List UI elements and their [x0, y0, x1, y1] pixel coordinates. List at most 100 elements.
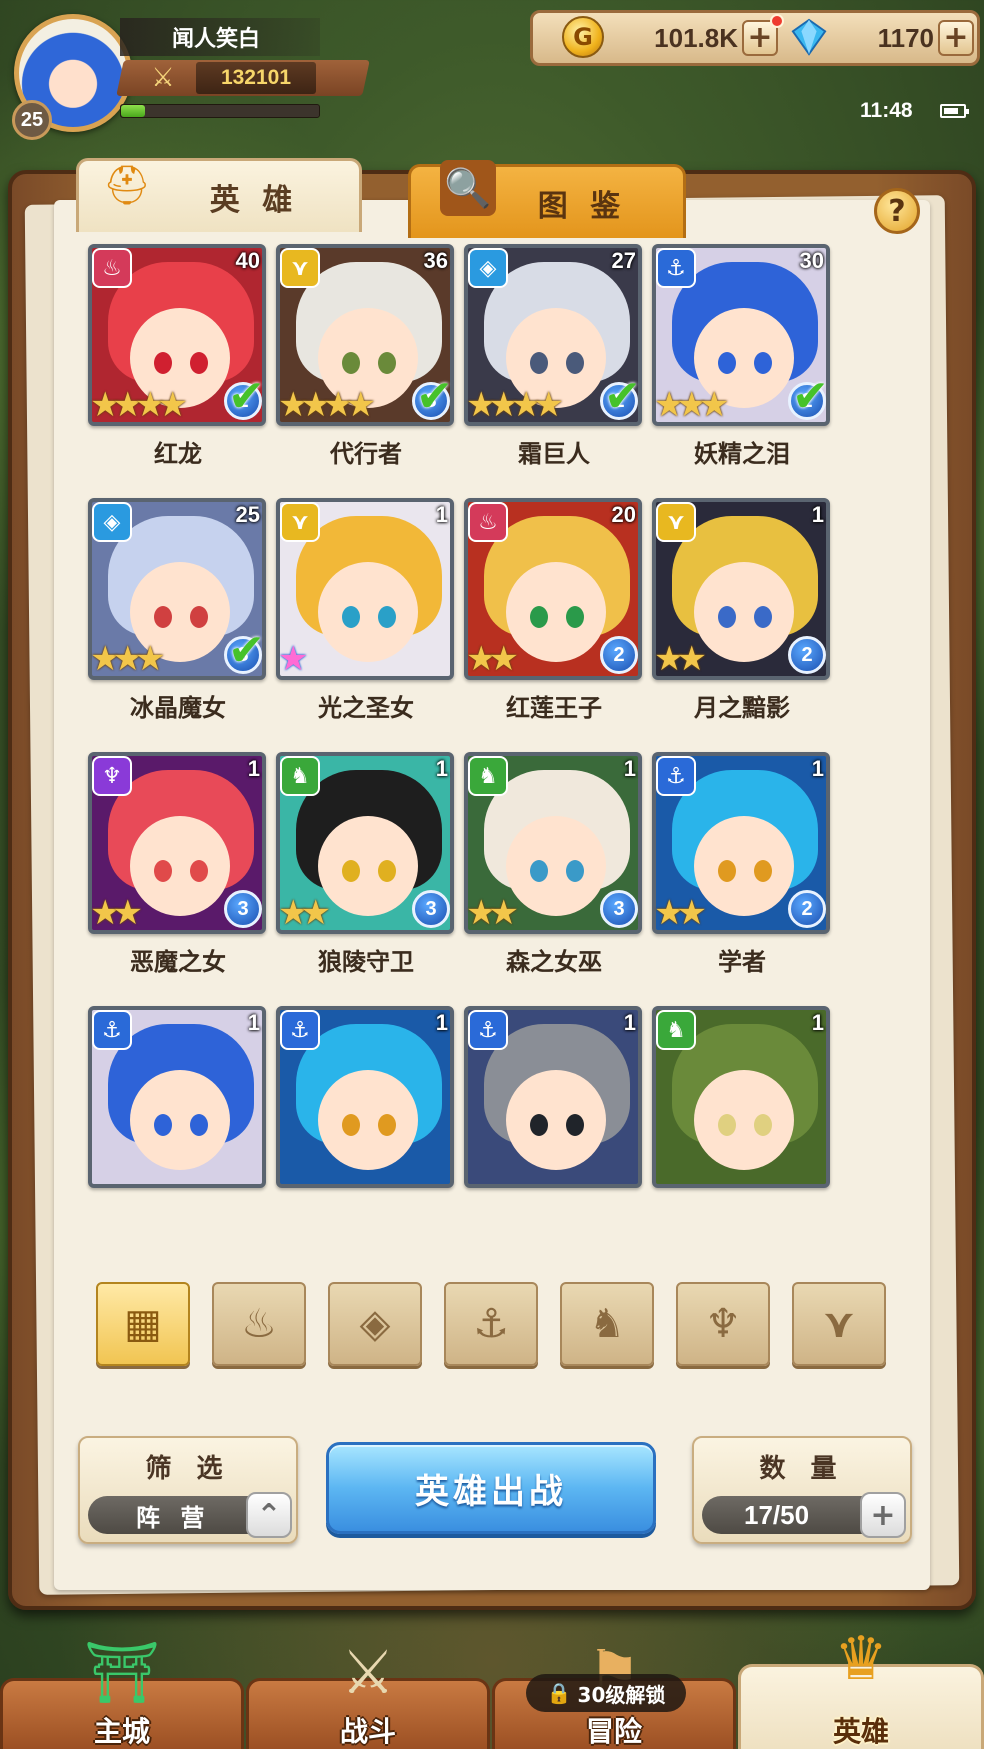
hero-name: 狼陵守卫	[318, 948, 414, 976]
magnifier-icon: 🔍	[440, 160, 496, 216]
hero-rank-badge: 2	[788, 890, 826, 928]
status-clock: 11:48	[860, 99, 913, 122]
star-icon: ★	[278, 639, 309, 679]
star-icon: ★	[676, 893, 707, 933]
hero-card[interactable]: ⚓ 1 ★ ★ 2 学者	[652, 752, 832, 976]
add-gems-button[interactable]: +	[938, 20, 974, 56]
filter-title: 筛 选	[145, 1454, 231, 1484]
filter-dark-faction-button[interactable]: ♆	[676, 1282, 770, 1366]
hero-grid: ♨ 40 ★ ★ ★ ★ 2 ✔ 红龙 ⋎ 36 ★ ★ ★ ★ 3 ✔ 代行者 ◈ 27 ★ ★ ★ ★ 2 ✔ 霜巨人 ⚓ 30 ★ ★…	[54, 232, 930, 1242]
hero-card[interactable]: ♞ 1 ★ ★ 3 森之女巫	[464, 752, 644, 976]
star-icon: ★	[300, 893, 331, 933]
water-faction-icon: ⚓	[656, 756, 696, 796]
nav-heroes[interactable]: ♛ 英雄	[738, 1624, 984, 1749]
hero-level: 20	[611, 502, 636, 527]
nav-battle[interactable]: ⚔ 战斗	[246, 1638, 490, 1749]
hero-card[interactable]: ◈ 25 ★ ★ ★ 3 ✔ 冰晶魔女	[88, 498, 268, 722]
hero-rank-badge: 3	[600, 890, 638, 928]
hero-name: 学者	[718, 948, 766, 976]
filter-light-faction-button[interactable]: ⋎	[792, 1282, 886, 1366]
hero-level: 1	[435, 1010, 448, 1035]
filter-fire-faction-button[interactable]: ♨	[212, 1282, 306, 1366]
star-rating: ★	[278, 642, 308, 676]
hero-level: 1	[247, 1010, 260, 1035]
filter-ice-faction-button[interactable]: ◈	[328, 1282, 422, 1366]
ice-faction-icon: ◈	[468, 248, 508, 288]
star-icon: ★	[134, 639, 166, 679]
hero-rank-badge: 2	[788, 636, 826, 674]
chevron-up-icon[interactable]: ⌃	[246, 1492, 292, 1538]
star-rating: ★ ★	[466, 642, 519, 676]
star-rating: ★ ★ ★	[654, 388, 729, 422]
star-rating: ★ ★	[90, 896, 143, 930]
hero-level: 1	[811, 1010, 824, 1035]
filter-anchor-faction-button[interactable]: ⚓	[444, 1282, 538, 1366]
hero-card[interactable]: ⋎ 1 ★ ★ 2 月之黯影	[652, 498, 832, 722]
nav-battle-label: 战斗	[339, 1715, 396, 1748]
hero-card[interactable]: ⋎ 36 ★ ★ ★ ★ 3 ✔ 代行者	[276, 244, 456, 468]
grid-icon: ▦	[124, 1301, 162, 1347]
hero-level: 1	[435, 756, 448, 781]
fire-faction-icon: ♨	[241, 1301, 277, 1347]
hero-count-panel: 数 量 17/50 +	[692, 1436, 912, 1544]
hero-name: 月之黯影	[694, 694, 790, 722]
water-faction-icon: ⚓	[92, 1010, 132, 1050]
star-icon: ★	[533, 385, 564, 425]
beast-faction-icon: ♞	[589, 1301, 625, 1347]
hero-card[interactable]: ♆ 1 ★ ★ 3 恶魔之女	[88, 752, 268, 976]
hero-card[interactable]: ♞ 1	[652, 1006, 832, 1216]
hero-level: 1	[623, 756, 636, 781]
hero-level: 36	[423, 248, 448, 273]
light-faction-icon: ⋎	[656, 502, 696, 542]
star-icon: ★	[488, 639, 519, 679]
star-icon: ★	[157, 385, 188, 425]
hero-name: 代行者	[330, 440, 402, 468]
hero-card[interactable]: ⚓ 1	[464, 1006, 644, 1216]
deploy-heroes-button[interactable]: 英雄出战	[326, 1442, 656, 1534]
player-avatar-frame[interactable]: 25	[12, 14, 134, 140]
count-title: 数 量	[759, 1454, 845, 1484]
star-icon: ★	[698, 385, 730, 425]
light-faction-icon: ⋎	[822, 1301, 856, 1347]
fire-faction-icon: ♨	[468, 502, 508, 542]
filter-beast-faction-button[interactable]: ♞	[560, 1282, 654, 1366]
expand-capacity-button[interactable]: +	[860, 1492, 906, 1538]
hero-rank-badge: 3	[412, 890, 450, 928]
star-rating: ★ ★	[466, 896, 519, 930]
battery-icon	[940, 104, 969, 118]
star-rating: ★ ★ ★ ★	[278, 388, 376, 422]
hero-card[interactable]: ◈ 27 ★ ★ ★ ★ 2 ✔ 霜巨人	[464, 244, 644, 468]
lock-label: 30级解锁	[577, 1682, 666, 1707]
faction-filter-bar: ▦ ♨ ◈ ⚓ ♞ ♆ ⋎	[96, 1282, 908, 1366]
filter-grid-button[interactable]: ▦	[96, 1282, 190, 1366]
player-name: 闻人笑白	[120, 18, 320, 56]
star-icon: ★	[676, 639, 707, 679]
hero-level: 27	[611, 248, 636, 273]
hero-card[interactable]: ♨ 40 ★ ★ ★ ★ 2 ✔ 红龙	[88, 244, 268, 468]
notification-dot	[770, 14, 784, 28]
hero-rank-badge: 2	[600, 636, 638, 674]
water-faction-icon: ⚓	[656, 248, 696, 288]
hero-card[interactable]: ♨ 20 ★ ★ 2 红莲王子	[464, 498, 644, 722]
hero-name: 红莲王子	[506, 694, 602, 722]
player-level-badge: 25	[12, 100, 52, 140]
star-icon: ★	[488, 893, 519, 933]
bottom-navigation: ⛩ 主城 ⚔ 战斗 ⚑ 冒险 ♛ 英雄	[0, 1624, 984, 1749]
experience-bar	[120, 104, 320, 118]
hero-name: 霜巨人	[518, 440, 590, 468]
gold-amount: 101.8K	[654, 22, 738, 53]
lock-icon: 🔒	[546, 1681, 572, 1705]
star-rating: ★ ★ ★ ★	[466, 388, 564, 422]
hero-level: 1	[623, 1010, 636, 1035]
hero-card[interactable]: ⋎ 1 ★ 光之圣女	[276, 498, 456, 722]
light-faction-icon: ⋎	[280, 502, 320, 542]
hero-card[interactable]: ⚓ 1	[88, 1006, 268, 1216]
hero-card[interactable]: ⚓ 30 ★ ★ ★ 2 ✔ 妖精之泪	[652, 244, 832, 468]
nav-main-city[interactable]: ⛩ 主城	[0, 1638, 244, 1749]
hero-name: 光之圣女	[318, 694, 414, 722]
combat-power-value: 132101	[196, 62, 316, 94]
hero-card[interactable]: ♞ 1 ★ ★ 3 狼陵守卫	[276, 752, 456, 976]
checkmark-icon: ✔	[228, 625, 265, 676]
help-button[interactable]: ?	[874, 188, 920, 234]
hero-card[interactable]: ⚓ 1	[276, 1006, 456, 1216]
